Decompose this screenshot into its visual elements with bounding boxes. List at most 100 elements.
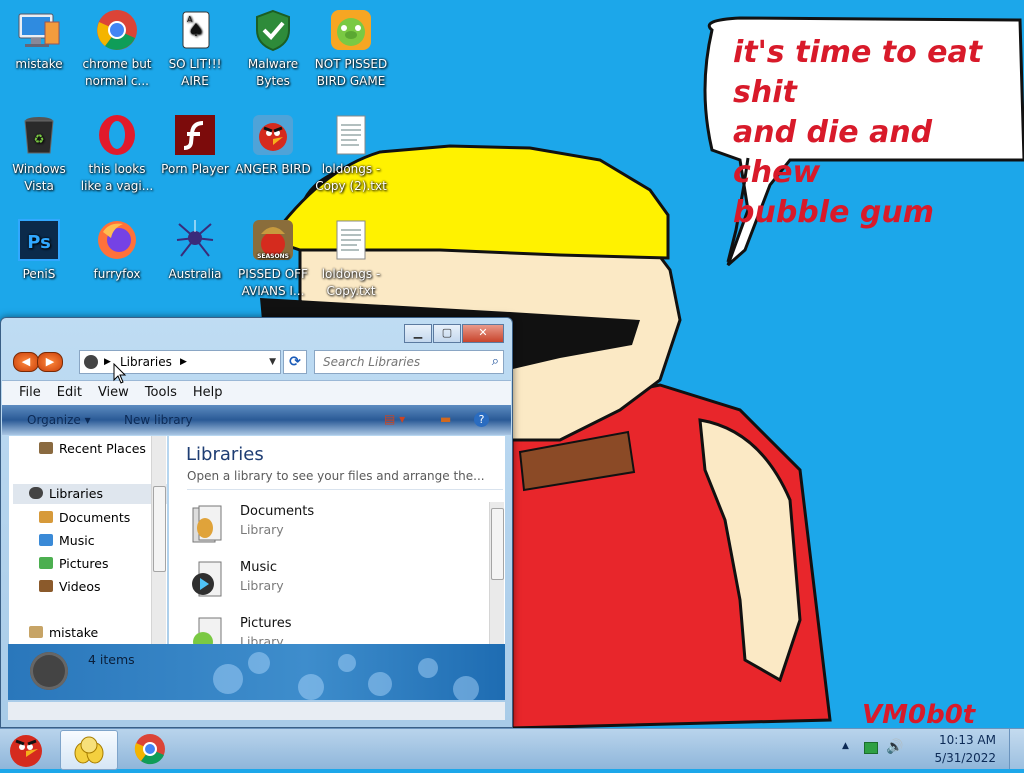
recycle-bin-icon: ♻ xyxy=(24,117,54,154)
desktop-icon-firefox[interactable]: furryfox xyxy=(78,218,156,283)
flash-player-icon xyxy=(175,115,215,155)
menu-help[interactable]: Help xyxy=(185,381,231,405)
desktop-icon-label: SO LIT!!! AIRE xyxy=(168,57,222,88)
address-path[interactable]: Libraries xyxy=(120,351,172,373)
start-button[interactable] xyxy=(2,729,50,769)
library-type: Library xyxy=(240,578,284,593)
nav-recent-places[interactable]: Recent Places xyxy=(39,441,146,456)
show-desktop-button[interactable] xyxy=(1009,729,1024,769)
address-bar[interactable]: ▶ Libraries ▶ ▼ xyxy=(79,350,281,374)
svg-text:SEASONS: SEASONS xyxy=(257,253,289,260)
taskbar-chrome-button[interactable] xyxy=(122,730,178,768)
computer-icon xyxy=(18,13,60,47)
nav-libraries[interactable]: Libraries xyxy=(13,484,167,504)
chevron-right-icon[interactable]: ▶ xyxy=(104,351,111,373)
organize-button[interactable]: Organize ▾ xyxy=(27,413,91,427)
view-options-icon[interactable]: ▤ ▾ xyxy=(384,412,405,426)
pictures-library-icon xyxy=(193,617,222,646)
desktop-icon-solitaire[interactable]: ♠ A SO LIT!!! AIRE xyxy=(156,8,234,90)
decorative-bubble xyxy=(453,676,479,700)
desktop-icon-photoshop[interactable]: Ps PeniS xyxy=(0,218,78,283)
volume-icon[interactable]: 🔊 xyxy=(886,739,903,755)
taskbar-explorer-button[interactable] xyxy=(60,730,118,770)
nav-documents[interactable]: Documents xyxy=(39,510,130,525)
firefox-icon xyxy=(98,221,136,259)
nav-label: Videos xyxy=(59,579,101,594)
nav-computer[interactable]: mistake xyxy=(29,625,98,640)
content-scrollbar[interactable] xyxy=(489,502,504,646)
back-button[interactable]: ◀ xyxy=(13,352,39,372)
desktop-icon-angry-birds-seasons[interactable]: SEASONS PISSED OFF AVIANS I... xyxy=(234,218,312,300)
desktop-icon-loldongs-copy[interactable]: loldongs - Copy.txt xyxy=(312,218,390,300)
decorative-bubble xyxy=(213,664,243,694)
nav-pane-scrollbar[interactable] xyxy=(151,436,166,646)
forward-button[interactable]: ▶ xyxy=(37,352,63,372)
scrollbar-thumb[interactable] xyxy=(491,508,504,580)
desktop-icon-label: mistake xyxy=(15,57,63,71)
desktop-icon-opera[interactable]: this looks like a vagi... xyxy=(78,113,156,195)
clock-date[interactable]: 5/31/2022 xyxy=(934,751,996,765)
red-bird-icon xyxy=(253,115,293,155)
desktop-icon-label: loldongs - Copy.txt xyxy=(321,267,381,298)
library-type: Library xyxy=(240,522,284,537)
item-count: 4 items xyxy=(88,652,135,667)
documents-icon xyxy=(39,511,53,523)
chevron-down-icon[interactable]: ▼ xyxy=(269,351,276,373)
preview-pane-icon[interactable]: ▬ xyxy=(440,412,451,426)
close-button[interactable]: ✕ xyxy=(462,324,504,343)
pictures-icon xyxy=(39,557,53,569)
clock-time[interactable]: 10:13 AM xyxy=(939,733,996,747)
show-hidden-icons-chevron-up-icon[interactable]: ▲ xyxy=(842,741,849,751)
minimize-button[interactable]: ▁ xyxy=(404,324,432,343)
nav-label: Music xyxy=(59,533,95,548)
nav-videos[interactable]: Videos xyxy=(39,579,101,594)
desktop-icon-chrome[interactable]: chrome but normal c... xyxy=(78,8,156,90)
green-pig-icon xyxy=(331,10,371,50)
explorer-window[interactable]: ▁ ▢ ✕ ◀ ▶ ▶ Libraries ▶ ▼ ⟳ ⌕ FileEdit Vi… xyxy=(0,317,513,728)
desktop-icon-label: Australia xyxy=(168,267,222,281)
desktop-icon-spider-solitaire[interactable]: Australia xyxy=(156,218,234,283)
nav-pictures[interactable]: Pictures xyxy=(39,556,109,571)
desktop-icon-malwarebytes[interactable]: Malware Bytes xyxy=(234,8,312,90)
maximize-button[interactable]: ▢ xyxy=(433,324,461,343)
documents-library-icon xyxy=(192,505,222,543)
search-input[interactable] xyxy=(315,352,483,372)
status-bar xyxy=(8,702,505,720)
menu-file[interactable]: File xyxy=(2,381,49,405)
new-library-button[interactable]: New library xyxy=(124,413,193,427)
desktop-icon-label: PeniS xyxy=(22,267,56,281)
navigation-row: ◀ ▶ ▶ Libraries ▶ ▼ ⟳ ⌕ xyxy=(11,350,504,374)
help-icon[interactable]: ? xyxy=(474,412,489,427)
search-icon[interactable]: ⌕ xyxy=(492,354,499,369)
desktop-icon-flash-player[interactable]: Porn Player xyxy=(156,113,234,178)
desktop-icon-mistake[interactable]: mistake xyxy=(0,8,78,73)
desktop-icon-bad-piggies[interactable]: NOT PISSED BIRD GAME xyxy=(312,8,390,90)
chevron-right-icon[interactable]: ▶ xyxy=(180,351,187,373)
desktop-icon-recycle-bin[interactable]: ♻ Windows Vista xyxy=(0,113,78,195)
menu-tools[interactable]: Tools xyxy=(137,381,185,405)
command-bar: Organize ▾ New library ▤ ▾ ▬ ? xyxy=(2,405,511,435)
nav-label: Recent Places xyxy=(59,441,146,456)
refresh-button[interactable]: ⟳ xyxy=(283,350,307,374)
music-icon xyxy=(39,534,53,546)
details-pane: 4 items xyxy=(8,644,505,700)
content-subtitle: Open a library to see your files and arr… xyxy=(187,469,485,483)
decorative-bubble xyxy=(368,672,392,696)
decorative-bubble xyxy=(418,658,438,678)
menu-edit[interactable]: Edit xyxy=(49,381,90,405)
decorative-bubble xyxy=(248,652,270,674)
computer-icon xyxy=(29,626,43,638)
window-controls: ▁ ▢ ✕ xyxy=(403,324,504,343)
desktop-icon-angry-birds[interactable]: ANGER BIRD xyxy=(234,113,312,178)
navigation-pane: Recent Places Libraries Documents Music … xyxy=(9,436,167,646)
desktop-icon-loldongs-copy-2[interactable]: loldongs - Copy (2).txt xyxy=(312,113,390,195)
taskbar: ▲ 🔊 10:13 AM 5/31/2022 xyxy=(0,728,1024,770)
nav-music[interactable]: Music xyxy=(39,533,95,548)
content-pane: Libraries Open a library to see your fil… xyxy=(169,436,505,646)
scrollbar-thumb[interactable] xyxy=(153,486,166,572)
library-name: Pictures xyxy=(240,616,292,631)
libraries-large-icon xyxy=(30,652,68,690)
network-icon[interactable] xyxy=(864,742,878,754)
nav-label: Documents xyxy=(59,510,131,525)
search-box[interactable]: ⌕ xyxy=(314,350,504,374)
